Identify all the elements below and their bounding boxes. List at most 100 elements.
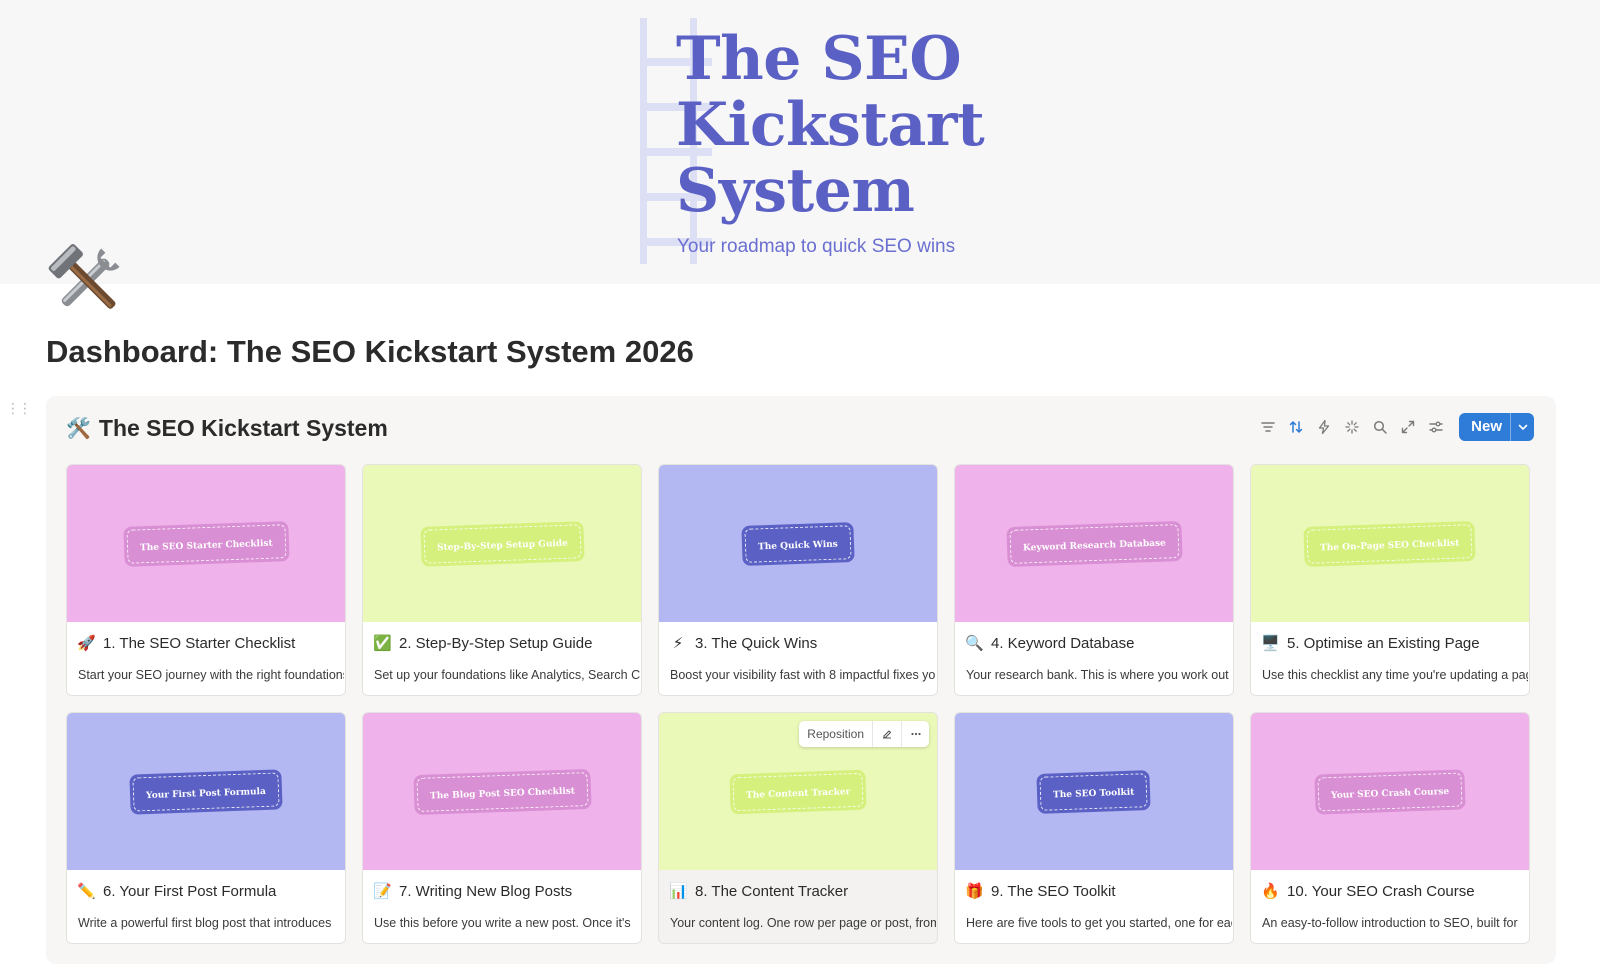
- card-title-text: 7. Writing New Blog Posts: [399, 882, 573, 900]
- card-title: 🎁 9. The SEO Toolkit: [965, 882, 1116, 901]
- gallery-card[interactable]: The SEO Starter Checklist 🚀 1. The SEO Sta…: [66, 464, 346, 696]
- card-cover: The Content Tracker Reposition: [659, 713, 937, 870]
- card-description: Use this checklist any time you're updat…: [1262, 668, 1528, 682]
- database-title[interactable]: 🛠️ The SEO Kickstart System: [66, 415, 388, 442]
- card-emoji-icon: ⚡: [672, 635, 684, 652]
- ai-sparkle-icon[interactable]: [1341, 416, 1363, 438]
- filter-icon[interactable]: [1257, 416, 1279, 438]
- gallery-grid: The SEO Starter Checklist 🚀 1. The SEO Sta…: [66, 464, 1530, 944]
- cover-badge-text: Keyword Research Database: [1022, 538, 1166, 553]
- card-title-text: 6. Your First Post Formula: [103, 882, 277, 900]
- cover-title-line: Kickstart: [676, 90, 985, 160]
- tools-icon: 🛠️: [66, 418, 91, 440]
- gallery-card[interactable]: The Quick Wins ⚡ 3. The Quick Wins Boost yo…: [658, 464, 938, 696]
- sort-icon[interactable]: [1285, 416, 1307, 438]
- gallery-card[interactable]: Your First Post Formula ✏️ 6. Your First P…: [66, 712, 346, 944]
- card-description: Boost your visibility fast with 8 impact…: [670, 668, 936, 682]
- card-title-text: 1. The SEO Starter Checklist: [103, 634, 296, 652]
- card-title: 🚀 1. The SEO Starter Checklist: [77, 634, 296, 653]
- card-title-text: 3. The Quick Wins: [695, 634, 818, 652]
- card-title: 📊 8. The Content Tracker: [669, 882, 849, 901]
- cover-badge: The On-Page SEO Checklist: [1303, 520, 1477, 567]
- cover-badge: The SEO Toolkit: [1036, 769, 1152, 814]
- card-title: 🔍 4. Keyword Database: [965, 634, 1134, 653]
- card-description: Here are five tools to get you started, …: [966, 916, 1232, 930]
- card-title: 📝 7. Writing New Blog Posts: [373, 882, 573, 901]
- cover-badge-text: The Quick Wins: [758, 539, 839, 552]
- gallery-card[interactable]: Keyword Research Database 🔍 4. Keyword Dat…: [954, 464, 1234, 696]
- card-emoji-icon: 🖥️: [1261, 635, 1280, 652]
- card-title-text: 2. Step-By-Step Setup Guide: [399, 634, 593, 652]
- card-title-text: 8. The Content Tracker: [695, 882, 849, 900]
- card-emoji-icon: 🚀: [77, 635, 96, 652]
- card-cover: Step-By-Step Setup Guide: [363, 465, 641, 622]
- page-cover[interactable]: The SEO Kickstart System Your roadmap to…: [0, 0, 1600, 284]
- card-description: An easy-to-follow introduction to SEO, b…: [1262, 916, 1518, 930]
- expand-icon[interactable]: [1397, 416, 1419, 438]
- card-emoji-icon: ✏️: [77, 883, 96, 900]
- search-icon[interactable]: [1369, 416, 1391, 438]
- cover-badge-text: Your SEO Crash Course: [1330, 786, 1450, 801]
- database-gallery: 🛠️ The SEO Kickstart System New The SEO …: [46, 396, 1556, 964]
- card-cover: Your First Post Formula: [67, 713, 345, 870]
- card-cover: The Quick Wins: [659, 465, 937, 622]
- cover-title-line: System: [676, 156, 915, 226]
- automation-icon[interactable]: [1313, 416, 1335, 438]
- edit-icon[interactable]: [873, 721, 901, 747]
- cover-title-line: The SEO: [676, 24, 962, 94]
- gallery-card[interactable]: The Blog Post SEO Checklist 📝 7. Writing N…: [362, 712, 642, 944]
- cover-badge: The Blog Post SEO Checklist: [412, 768, 592, 815]
- card-emoji-icon: 🔍: [965, 635, 984, 652]
- gallery-card[interactable]: The On-Page SEO Checklist 🖥️ 5. Optimise a…: [1250, 464, 1530, 696]
- settings-icon[interactable]: [1425, 416, 1447, 438]
- hammer-and-wrench-icon[interactable]: [44, 238, 130, 324]
- card-title-text: 10. Your SEO Crash Course: [1287, 882, 1475, 900]
- new-button[interactable]: New: [1459, 413, 1534, 441]
- card-cover: The Blog Post SEO Checklist: [363, 713, 641, 870]
- card-title: ✅ 2. Step-By-Step Setup Guide: [373, 634, 593, 653]
- card-title-text: 9. The SEO Toolkit: [991, 882, 1116, 900]
- drag-handle-icon[interactable]: ⋮⋮: [6, 400, 32, 417]
- card-title: 🖥️ 5. Optimise an Existing Page: [1261, 634, 1480, 653]
- cover-title: The SEO Kickstart System: [676, 24, 985, 226]
- card-description: Use this before you write a new post. On…: [374, 916, 631, 930]
- chevron-down-icon[interactable]: [1510, 413, 1534, 441]
- card-cover: The SEO Toolkit: [955, 713, 1233, 870]
- cover-badge-text: Step-By-Step Setup Guide: [436, 538, 568, 553]
- card-emoji-icon: ✅: [373, 635, 392, 652]
- new-button-label: New: [1471, 418, 1502, 435]
- page-title: Dashboard: The SEO Kickstart System 2026: [46, 334, 694, 369]
- cover-badge-text: The On-Page SEO Checklist: [1320, 538, 1460, 553]
- cover-subtitle: Your roadmap to quick SEO wins: [677, 236, 956, 257]
- card-title: 🔥 10. Your SEO Crash Course: [1261, 882, 1475, 901]
- card-cover: The On-Page SEO Checklist: [1251, 465, 1529, 622]
- cover-badge-text: The Content Tracker: [745, 786, 851, 801]
- cover-badge: Your SEO Crash Course: [1314, 768, 1466, 815]
- cover-badge: The Content Tracker: [729, 769, 867, 814]
- cover-badge: Your First Post Formula: [129, 768, 283, 815]
- database-toolbar: New: [1257, 413, 1534, 441]
- card-cover: The SEO Starter Checklist: [67, 465, 345, 622]
- card-cover: Your SEO Crash Course: [1251, 713, 1529, 870]
- card-title: ⚡ 3. The Quick Wins: [669, 634, 818, 653]
- cover-badge: The SEO Starter Checklist: [123, 520, 289, 567]
- gallery-card[interactable]: Step-By-Step Setup Guide ✅ 2. Step-By-Step…: [362, 464, 642, 696]
- card-emoji-icon: 📊: [669, 883, 688, 900]
- cover-badge-text: Your First Post Formula: [146, 786, 267, 801]
- card-description: Your content log. One row per page or po…: [670, 916, 936, 930]
- card-description: Your research bank. This is where you wo…: [966, 668, 1229, 682]
- gallery-card[interactable]: The SEO Toolkit 🎁 9. The SEO Toolkit Here a…: [954, 712, 1234, 944]
- cover-badge-text: The Blog Post SEO Checklist: [429, 785, 575, 802]
- more-options-icon[interactable]: [901, 721, 929, 747]
- card-cover: Keyword Research Database: [955, 465, 1233, 622]
- database-title-text: The SEO Kickstart System: [98, 415, 388, 441]
- reposition-button[interactable]: Reposition: [799, 721, 873, 747]
- card-description: Set up your foundations like Analytics, …: [374, 668, 640, 682]
- gallery-card[interactable]: Your SEO Crash Course 🔥 10. Your SEO Crash…: [1250, 712, 1530, 944]
- card-emoji-icon: 🎁: [965, 883, 984, 900]
- card-emoji-icon: 🔥: [1261, 883, 1280, 900]
- gallery-card[interactable]: The Content Tracker Reposition 📊 8. The Con…: [658, 712, 938, 944]
- cover-badge-text: The SEO Starter Checklist: [139, 538, 273, 553]
- card-hover-actions: Reposition: [799, 721, 929, 747]
- cover-badge-text: The SEO Toolkit: [1053, 787, 1135, 800]
